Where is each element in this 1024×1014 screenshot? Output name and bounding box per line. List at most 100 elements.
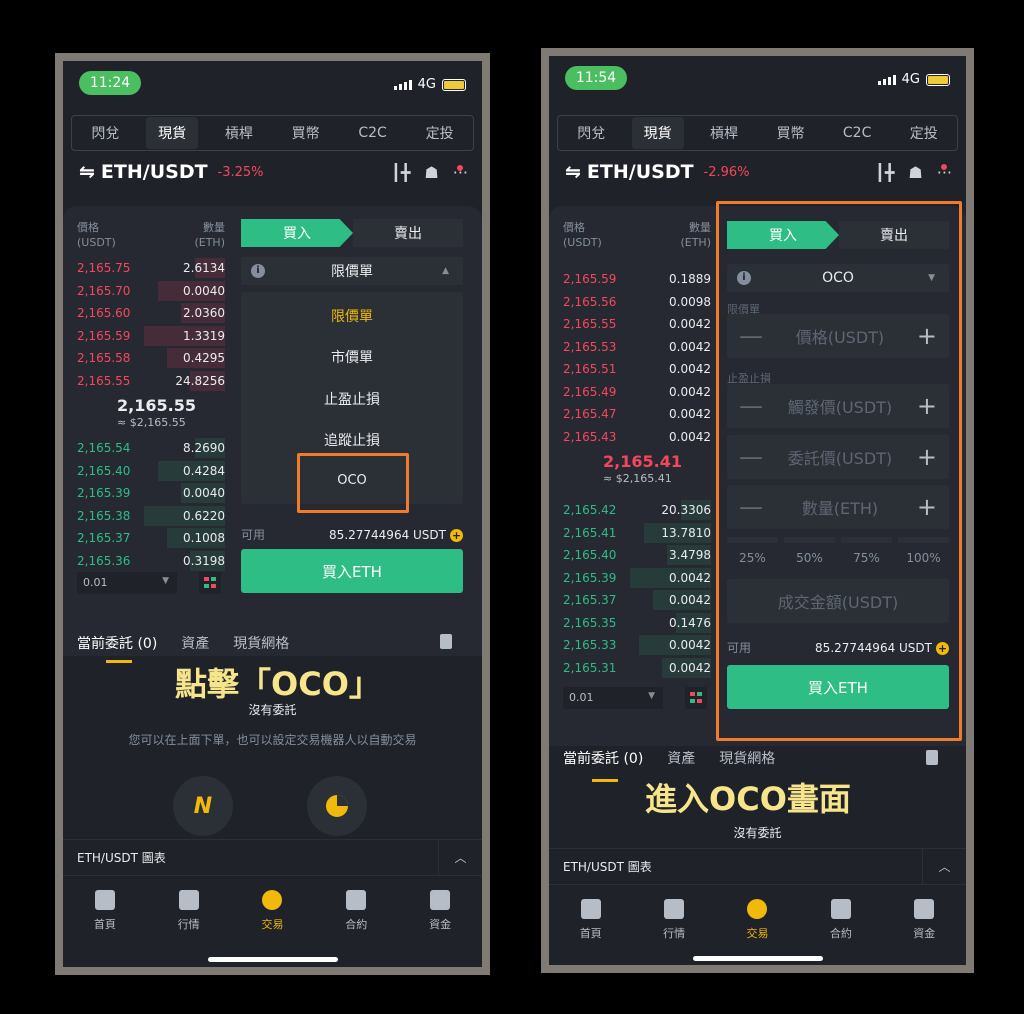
tab-open-orders[interactable]: 當前委託 (0) — [77, 633, 157, 653]
bid-row[interactable]: 2,165.37 0.0042 — [563, 589, 711, 611]
pair-selector[interactable]: ⇋ ETH/USDT -2.96% — [565, 161, 750, 183]
ask-row[interactable]: 2,165.60 2.0360 — [77, 302, 225, 324]
nav-home[interactable]: 首頁 — [561, 885, 621, 954]
available-balance: 可用 85.27744964 USDT + — [241, 527, 463, 542]
bid-row[interactable]: 2,165.40 3.4798 — [563, 544, 711, 566]
chevron-up-icon[interactable]: ︿ — [922, 849, 966, 885]
tab-margin[interactable]: 槓桿 — [213, 117, 265, 149]
ask-row[interactable]: 2,165.58 0.4295 — [77, 347, 225, 369]
ask-row[interactable]: 2,165.47 0.0042 — [563, 403, 711, 425]
nav-trade[interactable]: 交易 — [727, 885, 787, 954]
document-icon[interactable] — [926, 750, 938, 765]
row-qty: 0.0042 — [669, 362, 711, 376]
option-limit[interactable]: 限價單 — [241, 306, 463, 326]
bid-row[interactable]: 2,165.33 0.0042 — [563, 634, 711, 656]
oco-form-highlight-box — [716, 201, 962, 741]
bid-row[interactable]: 2,165.54 8.2690 — [77, 437, 225, 459]
candlestick-icon[interactable]: ┃╋ — [875, 163, 894, 182]
ask-row[interactable]: 2,165.51 0.0042 — [563, 358, 711, 380]
bid-row[interactable]: 2,165.39 0.0042 — [563, 567, 711, 589]
buy-tab[interactable]: 買入 — [241, 219, 353, 247]
ask-row[interactable]: 2,165.75 2.6134 — [77, 257, 225, 279]
document-icon[interactable] — [440, 634, 452, 649]
ask-row[interactable]: 2,165.53 0.0042 — [563, 336, 711, 358]
nav-markets[interactable]: 行情 — [159, 876, 219, 945]
orders-tabs: 當前委託 (0) 資產 現貨網格 — [563, 748, 775, 768]
bid-row[interactable]: 2,165.35 0.1476 — [563, 612, 711, 634]
tab-assets[interactable]: 資產 — [667, 748, 695, 768]
tab-buy-crypto[interactable]: 買幣 — [280, 117, 332, 149]
nav-futures[interactable]: 合約 — [326, 876, 386, 945]
tab-auto-invest[interactable]: 定投 — [898, 117, 950, 149]
tab-auto-invest[interactable]: 定投 — [414, 117, 466, 149]
row-qty: 0.3198 — [183, 553, 225, 568]
tab-assets[interactable]: 資產 — [181, 633, 209, 653]
nav-home[interactable]: 首頁 — [75, 876, 135, 945]
ask-row[interactable]: 2,165.55 24.8256 — [77, 370, 225, 392]
pair-name: ETH/USDT — [100, 161, 208, 183]
markets-icon — [664, 899, 685, 919]
pair-selector[interactable]: ⇋ ETH/USDT -3.25% — [79, 161, 264, 183]
tab-convert[interactable]: 閃兌 — [565, 117, 617, 149]
row-price: 2,165.56 — [563, 294, 617, 309]
row-price: 2,165.42 — [563, 503, 617, 517]
bid-row[interactable]: 2,165.39 0.0040 — [77, 482, 225, 504]
tab-convert[interactable]: 閃兌 — [79, 117, 131, 149]
bid-row[interactable]: 2,165.41 13.7810 — [563, 522, 711, 544]
row-price: 2,165.37 — [563, 593, 617, 607]
nav-trade[interactable]: 交易 — [242, 876, 302, 945]
nav-markets[interactable]: 行情 — [644, 885, 704, 954]
buy-eth-button[interactable]: 買入ETH — [241, 549, 463, 593]
bid-row[interactable]: 2,165.38 0.6220 — [77, 505, 225, 527]
tab-c2c[interactable]: C2C — [346, 119, 398, 147]
tab-margin[interactable]: 槓桿 — [698, 117, 750, 149]
ask-row[interactable]: 2,165.43 0.0042 — [563, 426, 711, 448]
tab-buy-crypto[interactable]: 買幣 — [764, 117, 816, 149]
tab-open-orders[interactable]: 當前委託 (0) — [563, 748, 643, 768]
orderbook-layout-icon[interactable] — [685, 687, 707, 709]
bid-row[interactable]: 2,165.42 20.3306 — [563, 499, 711, 521]
row-qty: 24.8256 — [175, 373, 225, 388]
sell-tab[interactable]: 賣出 — [353, 219, 463, 247]
depth-select[interactable]: 0.01 ▼ — [563, 687, 663, 709]
ask-row[interactable]: 2,165.59 1.3319 — [77, 325, 225, 347]
ask-row[interactable]: 2,165.55 0.0042 — [563, 313, 711, 335]
option-market[interactable]: 市價單 — [241, 347, 463, 367]
candlestick-icon[interactable]: ┃╋ — [391, 163, 410, 182]
bot-n-icon[interactable]: N — [173, 776, 233, 836]
tab-c2c[interactable]: C2C — [831, 119, 883, 147]
nav-futures[interactable]: 合約 — [811, 885, 871, 954]
option-stop-limit[interactable]: 止盈止損 — [241, 389, 463, 409]
bid-row[interactable]: 2,165.36 0.3198 — [77, 550, 225, 572]
option-trailing-stop[interactable]: 追蹤止損 — [241, 430, 463, 450]
robot-icon[interactable]: ☗ — [908, 163, 922, 182]
battery-icon — [442, 78, 466, 91]
depth-select[interactable]: 0.01 ▼ — [77, 572, 177, 594]
chevron-up-icon[interactable]: ︿ — [438, 840, 482, 876]
row-qty: 0.0042 — [669, 317, 711, 331]
bid-row[interactable]: 2,165.31 0.0042 — [563, 657, 711, 679]
tab-spot-grid[interactable]: 現貨網格 — [719, 748, 775, 768]
ask-row[interactable]: 2,165.59 0.1889 — [563, 268, 711, 290]
info-icon[interactable]: i — [251, 264, 265, 278]
tab-spot[interactable]: 現貨 — [631, 117, 684, 149]
chart-bar[interactable]: ETH/USDT 圖表 ︿ — [549, 848, 966, 885]
bid-row[interactable]: 2,165.37 0.1008 — [77, 527, 225, 549]
tab-spot[interactable]: 現貨 — [146, 117, 199, 149]
tab-underline — [592, 779, 618, 782]
row-qty: 0.4295 — [183, 351, 225, 365]
chart-bar[interactable]: ETH/USDT 圖表 ︿ — [63, 839, 482, 876]
bot-pie-icon[interactable] — [307, 776, 367, 836]
order-type-select[interactable]: i 限價單 ▲ — [241, 257, 463, 285]
nav-wallet[interactable]: 資金 — [410, 876, 470, 945]
orderbook-layout-icon[interactable] — [199, 572, 221, 594]
tab-spot-grid[interactable]: 現貨網格 — [233, 633, 289, 653]
nav-wallet[interactable]: 資金 — [894, 885, 954, 954]
row-qty: 20.3306 — [661, 503, 711, 517]
ask-row[interactable]: 2,165.56 0.0098 — [563, 291, 711, 313]
add-funds-icon[interactable]: + — [450, 528, 463, 542]
robot-icon[interactable]: ☗ — [424, 163, 438, 182]
ask-row[interactable]: 2,165.70 0.0040 — [77, 280, 225, 302]
bid-row[interactable]: 2,165.40 0.4284 — [77, 460, 225, 482]
ask-row[interactable]: 2,165.49 0.0042 — [563, 381, 711, 403]
